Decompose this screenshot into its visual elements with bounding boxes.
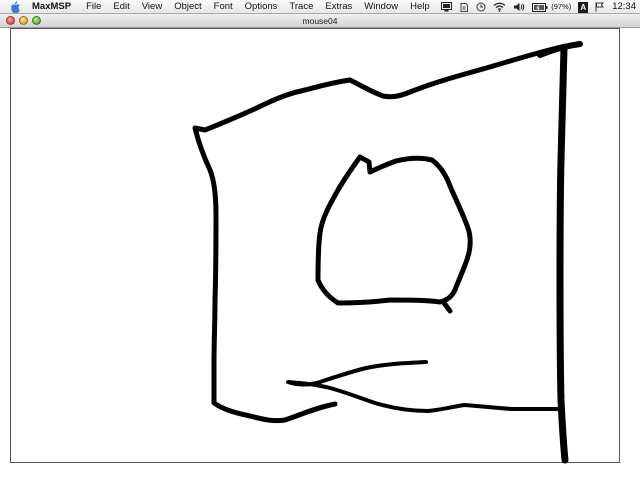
drawing-stroke-corner	[537, 41, 583, 58]
screen: MaxMSP File Edit View Object Font Option…	[0, 0, 640, 480]
drawing-stroke-pole	[556, 44, 569, 464]
freehand-drawing	[192, 41, 583, 464]
drawing-stroke-circle	[315, 154, 473, 314]
